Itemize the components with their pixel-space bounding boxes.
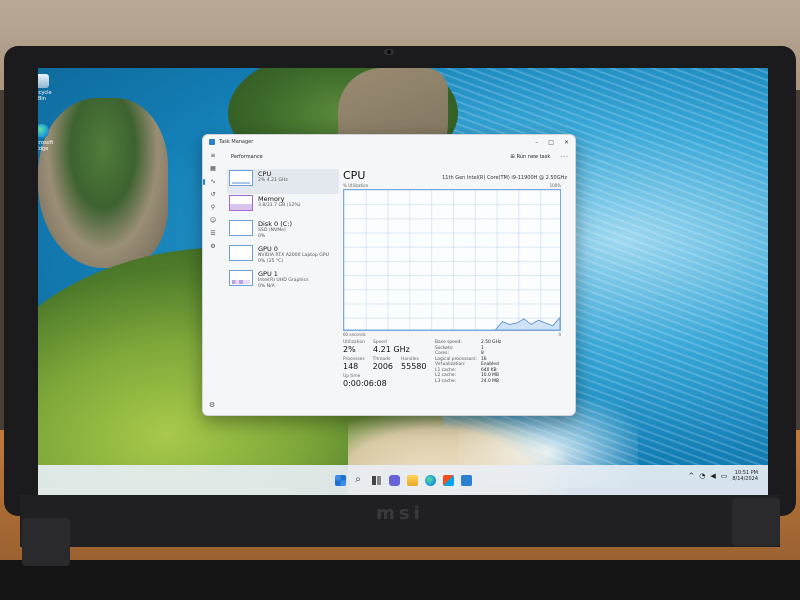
clock-date: 8/14/2024: [732, 476, 758, 482]
minimize-icon[interactable]: –: [535, 139, 538, 146]
section-title: Performance: [231, 154, 263, 160]
users-icon[interactable]: ☺: [209, 218, 217, 224]
speed-value: 4.21 GHz: [373, 345, 410, 354]
desktop-icon-label: Recycle Bin: [38, 90, 52, 102]
graph-time-label: 60 seconds: [343, 332, 366, 337]
device-gpu1[interactable]: GPU 1 Intel(R) UHD Graphics 0% N/A: [227, 269, 339, 294]
nav-rail: ≡ ▦ ∿ ↺ ⚲ ☺ ☰ ⚙: [203, 149, 223, 415]
clock[interactable]: 10:51 PM 8/14/2024: [732, 470, 758, 482]
gpu1-thumbnail: [229, 270, 253, 286]
task-manager-taskbar-icon[interactable]: [460, 474, 472, 486]
edge-taskbar-icon[interactable]: [424, 474, 436, 486]
taskbar: ⌕: [38, 465, 768, 495]
device-gpu0[interactable]: GPU 0 NVIDIA RTX A2000 Laptop GPU 0% (35…: [227, 244, 339, 269]
detail-title: CPU: [343, 169, 366, 182]
system-tray: ^ ◔ ◀ ▭ 10:51 PM 8/14/2024: [688, 470, 758, 482]
cpu-thumbnail: [229, 170, 253, 186]
device-sub: 0% N/A: [258, 283, 275, 289]
device-sub: 0%: [258, 233, 266, 239]
desktop-icon-label: Microsoft Edge: [38, 140, 54, 152]
spec-value: 2.50 GHz: [481, 340, 502, 345]
run-task-icon: ⊞: [510, 154, 515, 160]
utilization-value: 2%: [343, 345, 356, 354]
device-name: GPU 1: [258, 270, 278, 278]
cpu-detail-panel: CPU 11th Gen Intel(R) Core(TM) i9-11900H…: [343, 169, 567, 409]
chat-icon[interactable]: [388, 474, 400, 486]
device-sub: Intel(R) UHD Graphics: [258, 278, 309, 283]
device-name: CPU: [258, 170, 272, 178]
store-icon[interactable]: [442, 474, 454, 486]
device-memory[interactable]: Memory 3.8/31.7 GB (12%): [227, 194, 339, 219]
device-name: Disk 0 (C:): [258, 220, 293, 228]
spec-key: L3 cache:: [435, 378, 457, 384]
screen: Recycle Bin Microsoft Edge Task Manager …: [38, 68, 768, 495]
task-manager-window[interactable]: Task Manager – □ ✕ ≡ ▦ ∿ ↺ ⚲ ☺ ☰ ⚙ ⚙ Per…: [202, 134, 576, 416]
handles-value: 55580: [401, 362, 427, 371]
window-controls: – □ ✕: [535, 139, 569, 146]
wifi-icon[interactable]: ◔: [699, 472, 705, 480]
processes-icon[interactable]: ▦: [209, 166, 217, 172]
settings-icon[interactable]: ⚙: [209, 401, 215, 409]
cpu-specs: Base speed: 2.50 GHz Sockets: 1 Cores: 8 Lo…: [435, 340, 501, 391]
webcam: [384, 49, 394, 55]
graph-y-max: 100%: [549, 183, 561, 188]
maximize-icon[interactable]: □: [548, 139, 554, 146]
device-sub: NVIDIA RTX A2000 Laptop GPU: [258, 253, 329, 258]
threads-value: 2006: [372, 362, 394, 371]
battery-icon[interactable]: ▭: [721, 472, 728, 480]
more-options-icon[interactable]: ···: [560, 154, 569, 161]
graph-y-label: % Utilization: [343, 183, 369, 188]
device-sub: 2% 4.21 GHz: [258, 178, 288, 183]
spec-value: 24.0 MB: [481, 378, 499, 384]
memory-thumbnail: [229, 195, 253, 211]
processor-name: 11th Gen Intel(R) Core(TM) i9-11900H @ 2…: [442, 175, 567, 181]
search-icon[interactable]: ⌕: [353, 475, 364, 486]
device-name: GPU 0: [258, 245, 278, 253]
wallpaper-rock: [38, 98, 168, 268]
run-task-label: Run new task: [516, 154, 551, 160]
edge-icon: [38, 124, 49, 138]
processes-value: 148: [343, 362, 359, 371]
hinge-left: [22, 518, 70, 566]
cpu-utilization-graph: [343, 189, 561, 331]
title-bar[interactable]: Task Manager – □ ✕: [203, 135, 575, 149]
details-icon[interactable]: ☰: [209, 231, 217, 237]
close-icon[interactable]: ✕: [564, 139, 569, 146]
device-list: CPU 2% 4.21 GHz Memory 3.8/31.7 GB (12%)…: [227, 169, 339, 294]
startup-apps-icon[interactable]: ⚲: [209, 205, 217, 211]
volume-icon[interactable]: ◀: [710, 472, 715, 480]
file-explorer-icon[interactable]: [406, 474, 418, 486]
device-disk[interactable]: Disk 0 (C:) SSD (NVMe) 0%: [227, 219, 339, 244]
device-cpu[interactable]: CPU 2% 4.21 GHz: [227, 169, 339, 194]
recycle-bin-icon: [38, 74, 49, 88]
hinge-right: [732, 498, 780, 546]
app-history-icon[interactable]: ↺: [209, 192, 217, 198]
laptop-brand-logo: msi: [376, 503, 424, 524]
performance-icon[interactable]: ∿: [203, 179, 217, 185]
chevron-up-icon[interactable]: ^: [688, 472, 694, 480]
cpu-graph-svg: [344, 316, 560, 330]
cpu-utilization-area: [344, 316, 560, 330]
run-new-task-button[interactable]: ⊞ Run new task: [510, 154, 550, 160]
start-icon[interactable]: [334, 474, 346, 486]
hamburger-menu-icon[interactable]: ≡: [209, 153, 217, 159]
laptop-base: [0, 560, 800, 600]
uptime-value: 0:00:06:08: [343, 379, 387, 388]
gpu0-thumbnail: [229, 245, 253, 261]
section-header: Performance ⊞ Run new task ···: [225, 149, 575, 165]
graph-y-min: 0: [558, 332, 561, 337]
window-title: Task Manager: [219, 139, 254, 145]
task-manager-icon: [209, 139, 215, 145]
device-name: Memory: [258, 195, 285, 203]
task-view-icon[interactable]: [370, 474, 382, 486]
services-icon[interactable]: ⚙: [209, 244, 217, 250]
device-sub: 0% (35 °C): [258, 258, 284, 264]
device-sub: 3.8/31.7 GB (12%): [258, 203, 301, 208]
disk-thumbnail: [229, 220, 253, 236]
desktop-icon-edge[interactable]: Microsoft Edge: [38, 124, 56, 152]
desktop-icon-recycle-bin[interactable]: Recycle Bin: [38, 74, 56, 102]
